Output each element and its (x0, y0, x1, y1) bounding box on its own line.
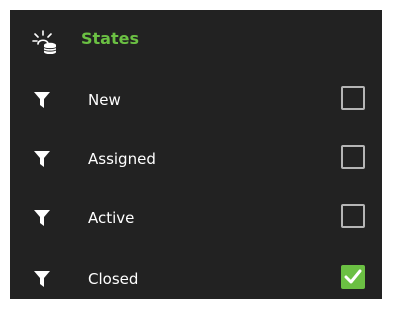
checkmark-icon (344, 269, 362, 285)
state-row-assigned[interactable]: Assigned (10, 131, 382, 189)
state-checkbox-closed[interactable] (341, 265, 365, 289)
state-checkbox-assigned[interactable] (341, 145, 365, 169)
state-checkbox-active[interactable] (341, 204, 365, 228)
database-settings-icon (32, 30, 58, 55)
filter-icon (34, 151, 50, 167)
filter-icon (34, 210, 50, 226)
states-header: States (10, 10, 382, 70)
filter-icon (34, 271, 50, 287)
states-title: States (81, 29, 139, 48)
state-row-active[interactable]: Active (10, 190, 382, 248)
state-label: Closed (88, 270, 139, 288)
state-label: New (88, 91, 121, 109)
filter-icon (34, 92, 50, 108)
state-checkbox-new[interactable] (341, 86, 365, 110)
state-row-new[interactable]: New (10, 72, 382, 130)
state-row-closed[interactable]: Closed (10, 251, 382, 309)
states-filter-panel: States New Assigned Active Closed (10, 10, 382, 299)
state-label: Active (88, 209, 135, 227)
state-label: Assigned (88, 150, 156, 168)
